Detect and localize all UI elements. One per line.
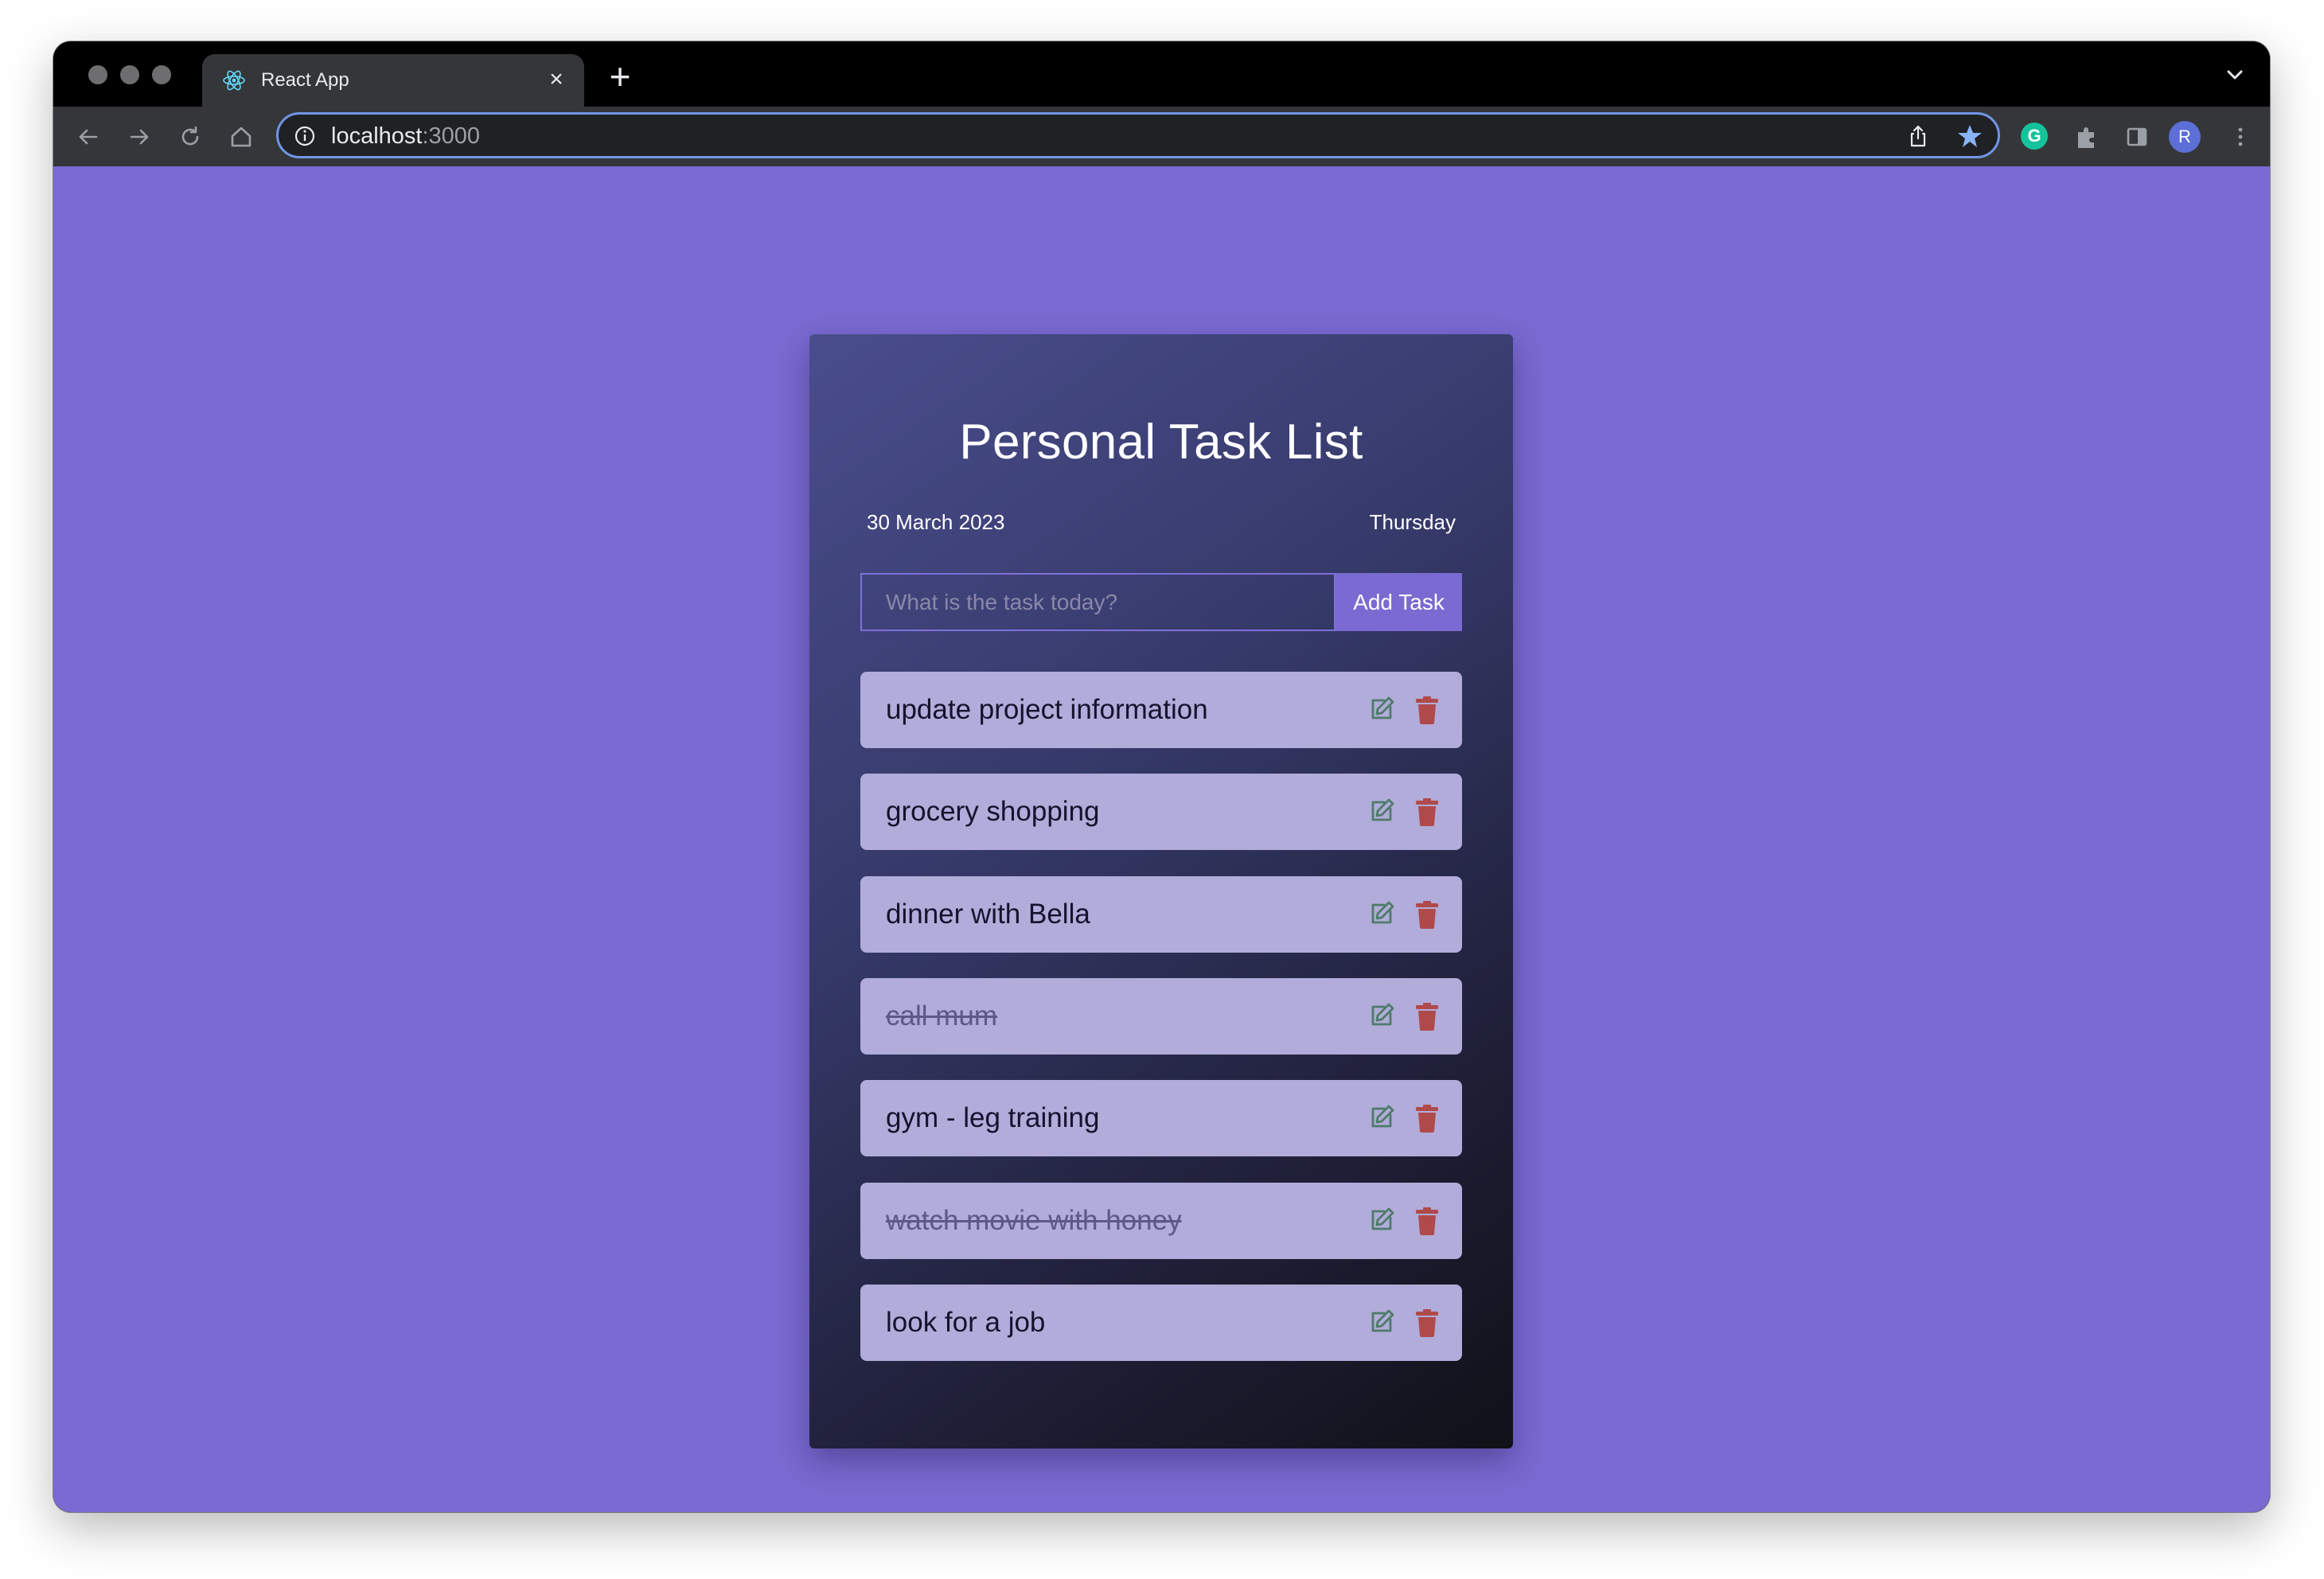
back-icon[interactable] [74,123,103,151]
page-viewport: Personal Task List 30 March 2023 Thursda… [53,166,2270,1512]
task-text[interactable]: call mum [886,1000,997,1032]
task-card: Personal Task List 30 March 2023 Thursda… [809,334,1513,1448]
task-item[interactable]: gym - leg training [860,1080,1462,1156]
edit-icon[interactable] [1368,797,1395,825]
address-bar[interactable]: localhost:3000 [276,112,2000,158]
task-item[interactable]: grocery shopping [860,774,1462,850]
task-item[interactable]: watch movie with honey [860,1183,1462,1259]
maximize-window-button[interactable] [152,65,171,84]
edit-icon[interactable] [1368,1308,1395,1335]
new-tab-button[interactable]: + [602,58,638,95]
trash-icon[interactable] [1415,1104,1439,1133]
more-icon[interactable] [2226,123,2255,151]
browser-toolbar: localhost:3000 G R [53,107,2270,166]
task-text[interactable]: gym - leg training [886,1102,1099,1134]
url-port: :3000 [422,123,481,149]
task-item[interactable]: dinner with Bella [860,876,1462,953]
trash-icon[interactable] [1415,1308,1439,1337]
trash-icon[interactable] [1415,696,1439,724]
task-text[interactable]: grocery shopping [886,796,1100,828]
share-icon[interactable] [1905,123,1931,149]
star-icon[interactable] [1956,123,1983,150]
browser-tab[interactable]: React App × [202,54,584,107]
browser-window: React App × + localhost:3000 G R Persona… [53,41,2270,1512]
reload-icon[interactable] [176,123,205,151]
close-window-button[interactable] [88,65,107,84]
task-input[interactable] [860,573,1336,631]
url-text[interactable]: localhost:3000 [331,123,480,150]
side-panel-icon[interactable] [2123,123,2151,151]
chevron-down-icon[interactable] [2221,64,2249,86]
task-text[interactable]: look for a job [886,1307,1045,1339]
edit-icon[interactable] [1368,1207,1395,1234]
task-item[interactable]: update project information [860,672,1462,748]
edit-icon[interactable] [1368,900,1395,927]
task-item[interactable]: look for a job [860,1285,1462,1361]
current-day: Thursday [1369,510,1456,534]
forward-icon[interactable] [125,123,154,151]
grammarly-letter: G [2027,126,2041,146]
extensions-icon[interactable] [2072,123,2100,151]
current-date: 30 March 2023 [867,510,1005,534]
task-text[interactable]: update project information [886,694,1208,726]
trash-icon[interactable] [1415,1002,1439,1031]
trash-icon[interactable] [1415,1207,1439,1235]
minimize-window-button[interactable] [120,65,139,84]
page-title: Personal Task List [959,415,1363,470]
trash-icon[interactable] [1415,900,1439,929]
edit-icon[interactable] [1368,1002,1395,1029]
edit-icon[interactable] [1368,696,1395,723]
profile-avatar[interactable]: R [2169,121,2201,153]
task-text[interactable]: dinner with Bella [886,899,1090,930]
url-host: localhost [331,123,423,149]
title-bar: React App × + [53,41,2270,107]
tab-close-icon[interactable]: × [543,66,570,93]
edit-icon[interactable] [1368,1104,1395,1131]
add-task-button[interactable]: Add Task [1336,573,1462,631]
react-icon [223,70,245,91]
task-text[interactable]: watch movie with honey [886,1205,1182,1237]
task-item[interactable]: call mum [860,978,1462,1055]
tab-title: React App [261,69,349,91]
trash-icon[interactable] [1415,797,1439,826]
grammarly-icon[interactable]: G [2021,123,2048,150]
home-icon[interactable] [227,123,255,151]
info-icon[interactable] [293,124,317,148]
